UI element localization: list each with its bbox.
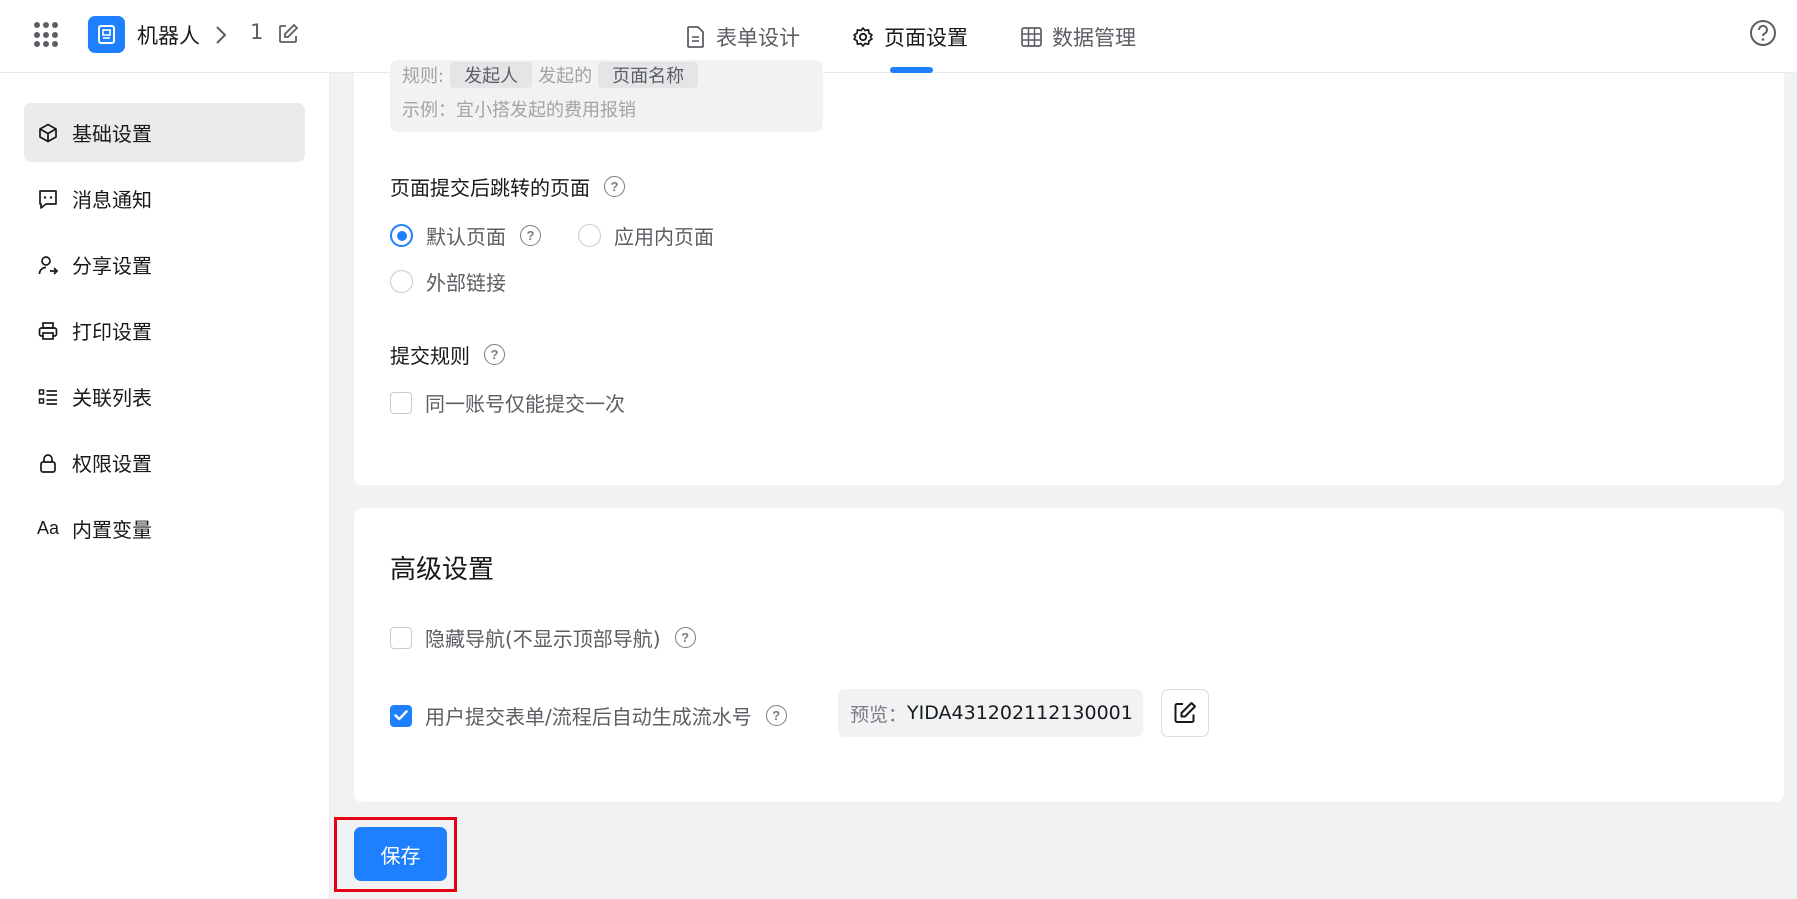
radio-label: 应用内页面: [614, 225, 714, 249]
sidebar-item-related-list[interactable]: 关联列表: [24, 367, 305, 426]
radio-label: 默认页面: [426, 225, 506, 249]
chevron-right-icon: [214, 24, 228, 50]
advanced-settings-card: [354, 508, 1784, 802]
submit-rule-label-row: 提交规则 ?: [390, 340, 505, 369]
serial-preview: 预览： YIDA431202112130001: [838, 689, 1143, 737]
page-name: 1: [250, 20, 264, 44]
help-icon[interactable]: ?: [484, 344, 505, 365]
sidebar-item-variables[interactable]: Aa 内置变量: [24, 499, 305, 558]
rule-prefix: 规则:: [402, 66, 445, 87]
app-logo-icon: [88, 16, 125, 53]
sidebar-item-label: 关联列表: [72, 386, 152, 410]
sidebar: 基础设置 消息通知 分享设置 打印设置 关联列表 权限设置 Aa 内置变量: [0, 73, 330, 899]
edit-icon[interactable]: [277, 23, 299, 49]
file-text-icon: [687, 26, 704, 48]
sidebar-item-label: 基础设置: [72, 122, 152, 146]
rule-mid: 发起的: [538, 66, 593, 87]
title-rule: 规则: 发起人 发起的 页面名称: [402, 62, 704, 88]
help-icon[interactable]: ?: [520, 225, 541, 246]
help-icon[interactable]: ?: [604, 176, 625, 197]
title-example: 示例：宜小搭发起的费用报销: [402, 100, 636, 121]
radio-in-app-page[interactable]: 应用内页面: [578, 221, 714, 250]
edit-icon: [1174, 702, 1196, 723]
sidebar-item-basic[interactable]: 基础设置: [24, 103, 305, 162]
sidebar-item-label: 分享设置: [72, 254, 152, 278]
sidebar-item-notification[interactable]: 消息通知: [24, 169, 305, 228]
help-icon[interactable]: ?: [674, 627, 696, 648]
tab-label: 表单设计: [716, 26, 800, 50]
help-icon[interactable]: ?: [765, 705, 787, 726]
radio-default-page[interactable]: 默认页面 ?: [390, 221, 541, 250]
sidebar-item-share[interactable]: 分享设置: [24, 235, 305, 294]
list-icon: [36, 385, 60, 409]
checkbox-label: 隐藏导航(不显示顶部导航): [425, 627, 661, 651]
sidebar-item-permission[interactable]: 权限设置: [24, 433, 305, 492]
section-title: 高级设置: [390, 555, 495, 585]
top-bar: 机器人 1 表单设计 页面设置 数据管理: [0, 0, 1797, 73]
save-button[interactable]: 保存: [354, 827, 447, 881]
printer-icon: [36, 319, 60, 343]
gear-icon: [853, 27, 873, 47]
checkbox[interactable]: [390, 391, 412, 414]
checkbox-hide-nav[interactable]: 隐藏导航(不显示顶部导航) ?: [390, 623, 696, 652]
submit-rule-label: 提交规则: [390, 344, 470, 368]
text-aa-icon: Aa: [36, 518, 60, 538]
checkbox-label: 用户提交表单/流程后自动生成流水号: [425, 705, 752, 729]
help-icon[interactable]: [1749, 19, 1777, 51]
checkbox-auto-serial[interactable]: 用户提交表单/流程后自动生成流水号 ?: [390, 701, 787, 730]
sidebar-item-print[interactable]: 打印设置: [24, 301, 305, 360]
radio-button-checked[interactable]: [390, 224, 413, 247]
check-icon: [394, 710, 408, 721]
tab-data-management[interactable]: 数据管理: [1021, 22, 1136, 52]
tab-label: 数据管理: [1052, 26, 1136, 50]
lock-icon: [36, 451, 60, 475]
checkbox-submit-once[interactable]: 同一账号仅能提交一次: [390, 388, 625, 417]
table-grid-icon: [1021, 27, 1042, 47]
preview-value: YIDA431202112130001: [907, 702, 1133, 724]
rule-chip-initiator: 发起人: [450, 62, 533, 88]
app-grid-icon[interactable]: [34, 22, 60, 48]
radio-external-link[interactable]: 外部链接: [390, 267, 506, 296]
title-rule-example: 规则: 发起人 发起的 页面名称 示例：宜小搭发起的费用报销: [390, 60, 823, 132]
checkbox-checked[interactable]: [390, 704, 412, 727]
basic-settings-card: [354, 73, 1784, 485]
sidebar-item-label: 权限设置: [72, 452, 152, 476]
tab-page-settings[interactable]: 页面设置: [852, 22, 968, 52]
radio-label: 外部链接: [426, 271, 506, 295]
user-share-icon: [36, 253, 60, 277]
tab-label: 页面设置: [884, 26, 968, 50]
sidebar-item-label: 打印设置: [72, 320, 152, 344]
radio-button[interactable]: [578, 224, 601, 247]
preview-label: 预览：: [850, 703, 908, 726]
app-name[interactable]: 机器人: [137, 20, 200, 50]
checkbox-label: 同一账号仅能提交一次: [425, 392, 625, 416]
edit-serial-button[interactable]: [1161, 689, 1209, 737]
redirect-label-row: 页面提交后跳转的页面 ?: [390, 172, 625, 201]
rule-chip-page-name: 页面名称: [598, 62, 699, 88]
redirect-label: 页面提交后跳转的页面: [390, 176, 590, 200]
message-icon: [36, 187, 60, 211]
radio-button[interactable]: [390, 270, 413, 293]
sidebar-item-label: 内置变量: [72, 518, 152, 542]
cube-icon: [36, 121, 60, 145]
sidebar-item-label: 消息通知: [72, 188, 152, 212]
tab-form-design[interactable]: 表单设计: [686, 22, 800, 52]
checkbox[interactable]: [390, 626, 412, 649]
